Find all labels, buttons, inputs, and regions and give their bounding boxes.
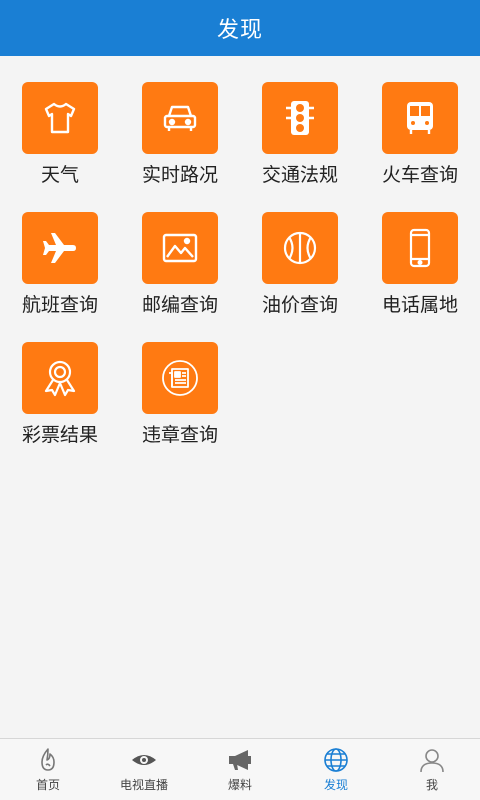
tab-label: 发现 — [323, 778, 348, 792]
tab-home[interactable]: 首页 — [0, 739, 96, 800]
airplane-icon — [22, 212, 98, 284]
tab-me[interactable]: 我 — [384, 739, 480, 800]
tile-label: 实时路况 — [141, 164, 218, 186]
globe-icon — [321, 746, 351, 774]
car-icon — [142, 82, 218, 154]
tab-label: 电视直播 — [119, 778, 168, 792]
tile-oil-price[interactable]: 油价查询 — [240, 212, 360, 342]
tile-train-search[interactable]: 火车查询 — [360, 82, 480, 212]
tile-label: 天气 — [40, 164, 79, 186]
tab-label: 首页 — [35, 778, 60, 792]
tile-weather[interactable]: 天气 — [0, 82, 120, 212]
flame-icon — [33, 746, 63, 774]
tile-label: 航班查询 — [21, 294, 98, 316]
newspaper-icon — [142, 342, 218, 414]
traffic-light-icon — [262, 82, 338, 154]
tab-label: 爆料 — [227, 778, 252, 792]
megaphone-icon — [225, 746, 255, 774]
page-title: 发现 — [216, 18, 263, 43]
bottom-tab-bar: 首页 电视直播 爆料 发现 我 — [0, 738, 480, 800]
tile-lottery-results[interactable]: 彩票结果 — [0, 342, 120, 472]
tile-label: 彩票结果 — [21, 424, 98, 446]
tile-live-traffic[interactable]: 实时路况 — [120, 82, 240, 212]
tile-label: 油价查询 — [261, 294, 338, 316]
tile-postcode-search[interactable]: 邮编查询 — [120, 212, 240, 342]
tile-violation-search[interactable]: 违章查询 — [120, 342, 240, 472]
header-bar: 发现 — [0, 0, 480, 56]
bus-icon — [382, 82, 458, 154]
phone-icon — [382, 212, 458, 284]
tile-label: 火车查询 — [381, 164, 458, 186]
tab-label: 我 — [425, 778, 438, 792]
tile-label: 交通法规 — [261, 164, 338, 186]
tab-tv-live[interactable]: 电视直播 — [96, 739, 192, 800]
award-ribbon-icon — [22, 342, 98, 414]
basketball-icon — [262, 212, 338, 284]
tile-label: 违章查询 — [141, 424, 218, 446]
picture-icon — [142, 212, 218, 284]
tile-label: 邮编查询 — [141, 294, 218, 316]
user-icon — [417, 746, 447, 774]
tile-label: 电话属地 — [381, 294, 458, 316]
tab-report[interactable]: 爆料 — [192, 739, 288, 800]
tile-phone-location[interactable]: 电话属地 — [360, 212, 480, 342]
eye-icon — [129, 746, 159, 774]
tshirt-icon — [22, 82, 98, 154]
feature-grid: 天气 实时路况 交通法规 火车查询 航班查询 邮编查询 油价查询 电话属地 彩票… — [0, 56, 480, 472]
tile-traffic-laws[interactable]: 交通法规 — [240, 82, 360, 212]
tab-discover[interactable]: 发现 — [288, 739, 384, 800]
tile-flight-search[interactable]: 航班查询 — [0, 212, 120, 342]
